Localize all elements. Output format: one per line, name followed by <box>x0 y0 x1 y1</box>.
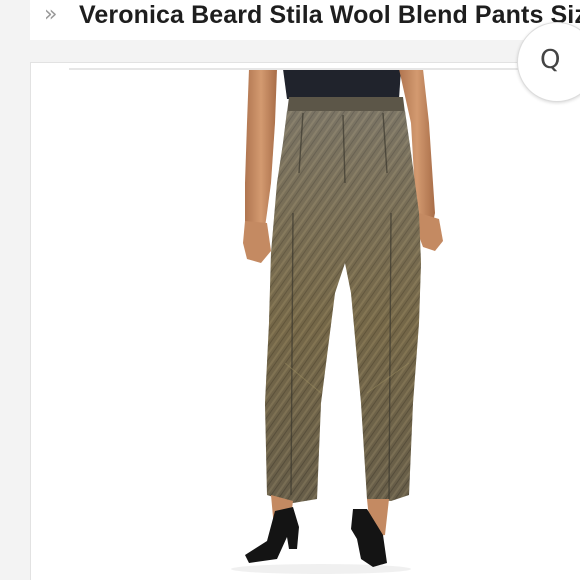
breadcrumb-chevron-icon[interactable]: » <box>44 4 57 26</box>
model-right-hand <box>417 213 443 251</box>
card-divider <box>69 68 580 70</box>
model-left-shoe <box>245 507 299 563</box>
model-left-arm <box>245 69 277 245</box>
product-image[interactable] <box>31 63 580 580</box>
model-left-hand <box>243 221 271 263</box>
product-image-card <box>30 62 580 580</box>
page-header: » Veronica Beard Stila Wool Blend Pants … <box>30 0 580 40</box>
model-top <box>283 69 401 99</box>
search-icon: Q <box>540 45 561 75</box>
pants-waistband <box>287 97 405 113</box>
page-title: Veronica Beard Stila Wool Blend Pants Si… <box>79 1 580 29</box>
page-gap <box>0 40 580 62</box>
